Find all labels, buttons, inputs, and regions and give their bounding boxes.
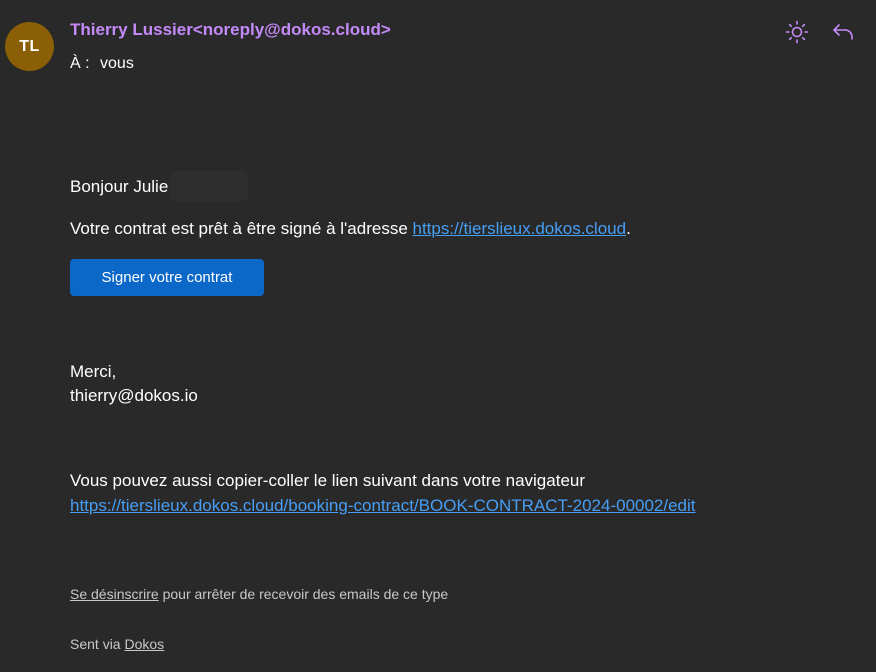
unsubscribe-text: pour arrêter de recevoir des emails de c… [158,586,449,602]
theme-toggle-button[interactable] [783,18,811,46]
sender-name[interactable]: Thierry Lussier<noreply@dokos.cloud> [70,20,391,40]
contract-text: Votre contrat est prêt à être signé à l'… [70,219,413,238]
sender-avatar[interactable]: TL [5,22,54,71]
to-label: À : [70,55,90,72]
unsubscribe-link[interactable]: Se désinscrire [70,586,159,602]
copy-paste-instructions: Vous pouvez aussi copier-coller le lien … [70,471,586,490]
signature-block: Merci, thierry@dokos.io [70,360,198,408]
sun-icon [785,20,809,44]
full-contract-link[interactable]: https://tierslieux.dokos.cloud/booking-c… [70,496,696,515]
contract-ready-text: Votre contrat est prêt à être signé à l'… [70,219,631,239]
recipient-value[interactable]: vous [100,55,134,72]
email-reading-pane: TL Thierry Lussier<noreply@dokos.cloud> … [0,0,876,672]
recipient-line: À : vous [70,55,134,73]
sent-via-text: Sent via [70,636,125,652]
contract-suffix: . [626,219,631,238]
signature-email: thierry@dokos.io [70,386,198,405]
greeting-text: Bonjour Julie [70,177,169,196]
unsubscribe-line: Se désinscrire pour arrêter de recevoir … [70,586,448,602]
sign-contract-button[interactable]: Signer votre contrat [70,259,264,296]
thanks-text: Merci, [70,362,117,381]
copy-paste-block: Vous pouvez aussi copier-coller le lien … [70,468,696,518]
dokos-link[interactable]: Dokos [124,636,164,652]
redacted-surname [170,171,248,201]
reply-icon [831,20,855,44]
reply-button[interactable] [829,18,857,46]
sent-via-line: Sent via Dokos [70,636,164,652]
contract-site-link[interactable]: https://tierslieux.dokos.cloud [413,219,627,238]
